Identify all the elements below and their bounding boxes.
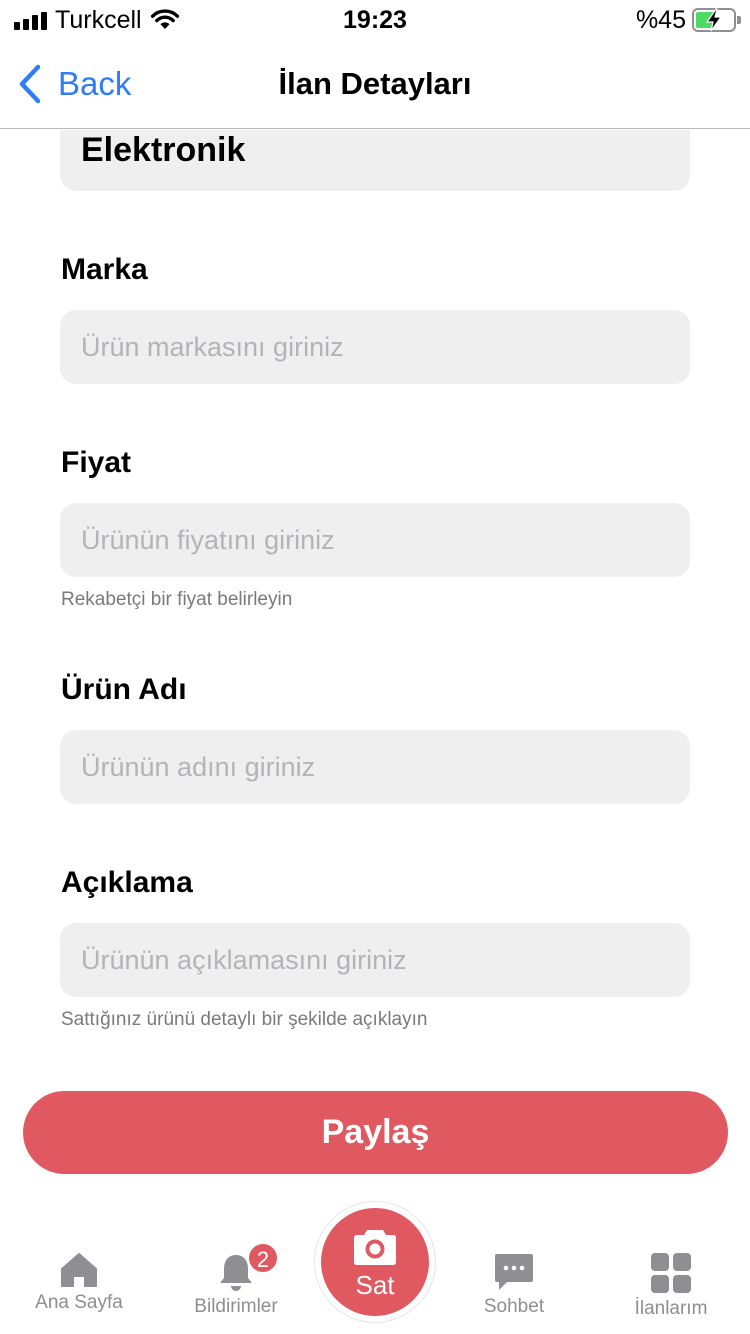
description-hint: Sattığınız ürünü detaylı bir şekilde açı… <box>61 1009 428 1030</box>
notification-badge: 2 <box>247 1242 279 1274</box>
brand-input[interactable] <box>60 310 690 384</box>
price-input[interactable] <box>60 503 690 577</box>
status-bar: Turkcell 19:23 %45 <box>0 0 750 40</box>
description-input[interactable] <box>60 923 690 997</box>
page-title: İlan Detayları <box>278 66 472 101</box>
battery-percent: %45 <box>635 6 686 34</box>
navigation-bar: Back İlan Detayları <box>0 40 750 129</box>
home-icon <box>61 1253 97 1287</box>
tab-my-listings-label: İlanlarım <box>634 1298 708 1319</box>
tab-chat-label: Sohbet <box>483 1296 545 1317</box>
camera-icon <box>354 1230 396 1265</box>
tab-home[interactable]: Ana Sayfa <box>4 1230 154 1314</box>
tab-notifications-label: Bildirimler <box>194 1296 278 1317</box>
price-hint: Rekabetçi bir fiyat belirleyin <box>61 589 293 610</box>
category-value: Elektronik <box>81 131 246 169</box>
product-name-input[interactable] <box>60 730 690 804</box>
tab-notifications[interactable]: Bildirimler 2 <box>161 1230 311 1318</box>
brand-label: Marka <box>61 253 148 286</box>
chat-icon <box>495 1254 533 1290</box>
sell-button[interactable]: Sat <box>314 1201 436 1323</box>
battery-icon <box>692 8 741 32</box>
sell-label: Sat <box>355 1270 395 1300</box>
grid-icon <box>651 1253 691 1293</box>
tab-chat[interactable]: Sohbet <box>439 1230 589 1318</box>
product-name-label: Ürün Adı <box>61 673 187 706</box>
tab-home-label: Ana Sayfa <box>35 1292 123 1313</box>
category-field[interactable]: Elektronik <box>60 130 690 191</box>
share-button[interactable]: Paylaş <box>23 1091 728 1174</box>
price-label: Fiyat <box>61 446 132 479</box>
tab-my-listings[interactable]: İlanlarım <box>596 1230 746 1320</box>
sell-button-inner: Sat <box>321 1208 429 1316</box>
description-label: Açıklama <box>61 866 193 899</box>
